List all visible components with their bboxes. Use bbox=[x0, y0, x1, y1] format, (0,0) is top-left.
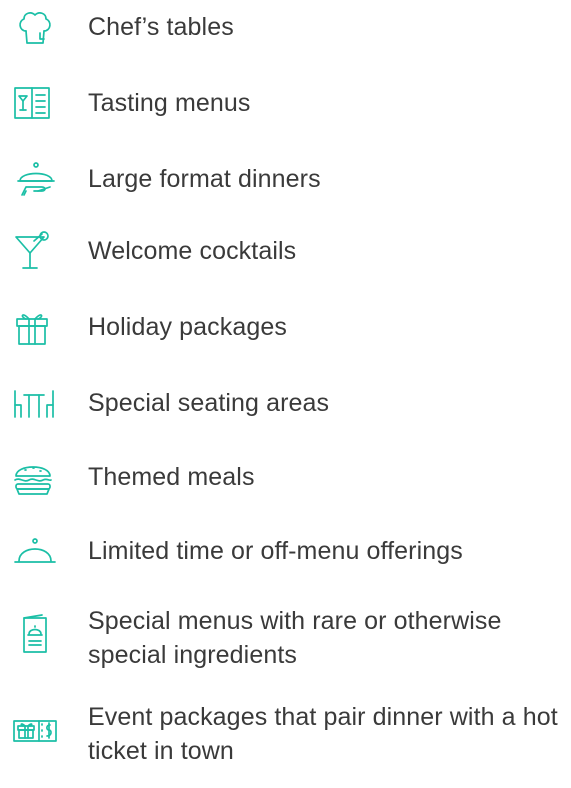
cocktail-glass-icon bbox=[12, 231, 58, 271]
list-item: Tasting menus bbox=[0, 82, 571, 124]
list-item: Holiday packages bbox=[0, 306, 571, 348]
list-item-label: Chef’s tables bbox=[88, 13, 234, 41]
list-item-label: Holiday packages bbox=[88, 313, 287, 341]
gift-ticket-icon bbox=[12, 710, 58, 750]
amenities-list: Chef’s tables Tasting menus Large format… bbox=[0, 0, 571, 788]
cloche-icon bbox=[12, 531, 58, 571]
list-item: Large format dinners bbox=[0, 158, 571, 200]
list-item-label: Limited time or off-menu offerings bbox=[88, 537, 463, 565]
burger-icon bbox=[12, 457, 58, 497]
gift-box-icon bbox=[12, 307, 58, 347]
list-item: Chef’s tables bbox=[0, 6, 571, 48]
menu-card-icon bbox=[12, 614, 58, 654]
list-item-label: Special menus with rare or otherwise spe… bbox=[88, 607, 502, 669]
list-item: Limited time or off-menu offerings bbox=[0, 530, 571, 572]
list-item-label: Themed meals bbox=[88, 463, 255, 491]
menu-book-icon bbox=[12, 83, 58, 123]
list-item-label: Event packages that pair dinner with a h… bbox=[88, 703, 558, 765]
list-item: Event packages that pair dinner with a h… bbox=[0, 700, 571, 772]
table-chairs-icon bbox=[12, 383, 58, 423]
list-item-label: Welcome cocktails bbox=[88, 237, 297, 265]
list-item-label: Large format dinners bbox=[88, 165, 321, 193]
list-item: Special menus with rare or otherwise spe… bbox=[0, 604, 571, 676]
chef-hat-icon bbox=[12, 7, 58, 47]
serving-cloche-hand-icon bbox=[12, 159, 58, 199]
list-item: Special seating areas bbox=[0, 382, 571, 424]
list-item: Welcome cocktails bbox=[0, 230, 571, 272]
list-item-label: Tasting menus bbox=[88, 89, 251, 117]
list-item-label: Special seating areas bbox=[88, 389, 330, 417]
list-item: Themed meals bbox=[0, 456, 571, 498]
